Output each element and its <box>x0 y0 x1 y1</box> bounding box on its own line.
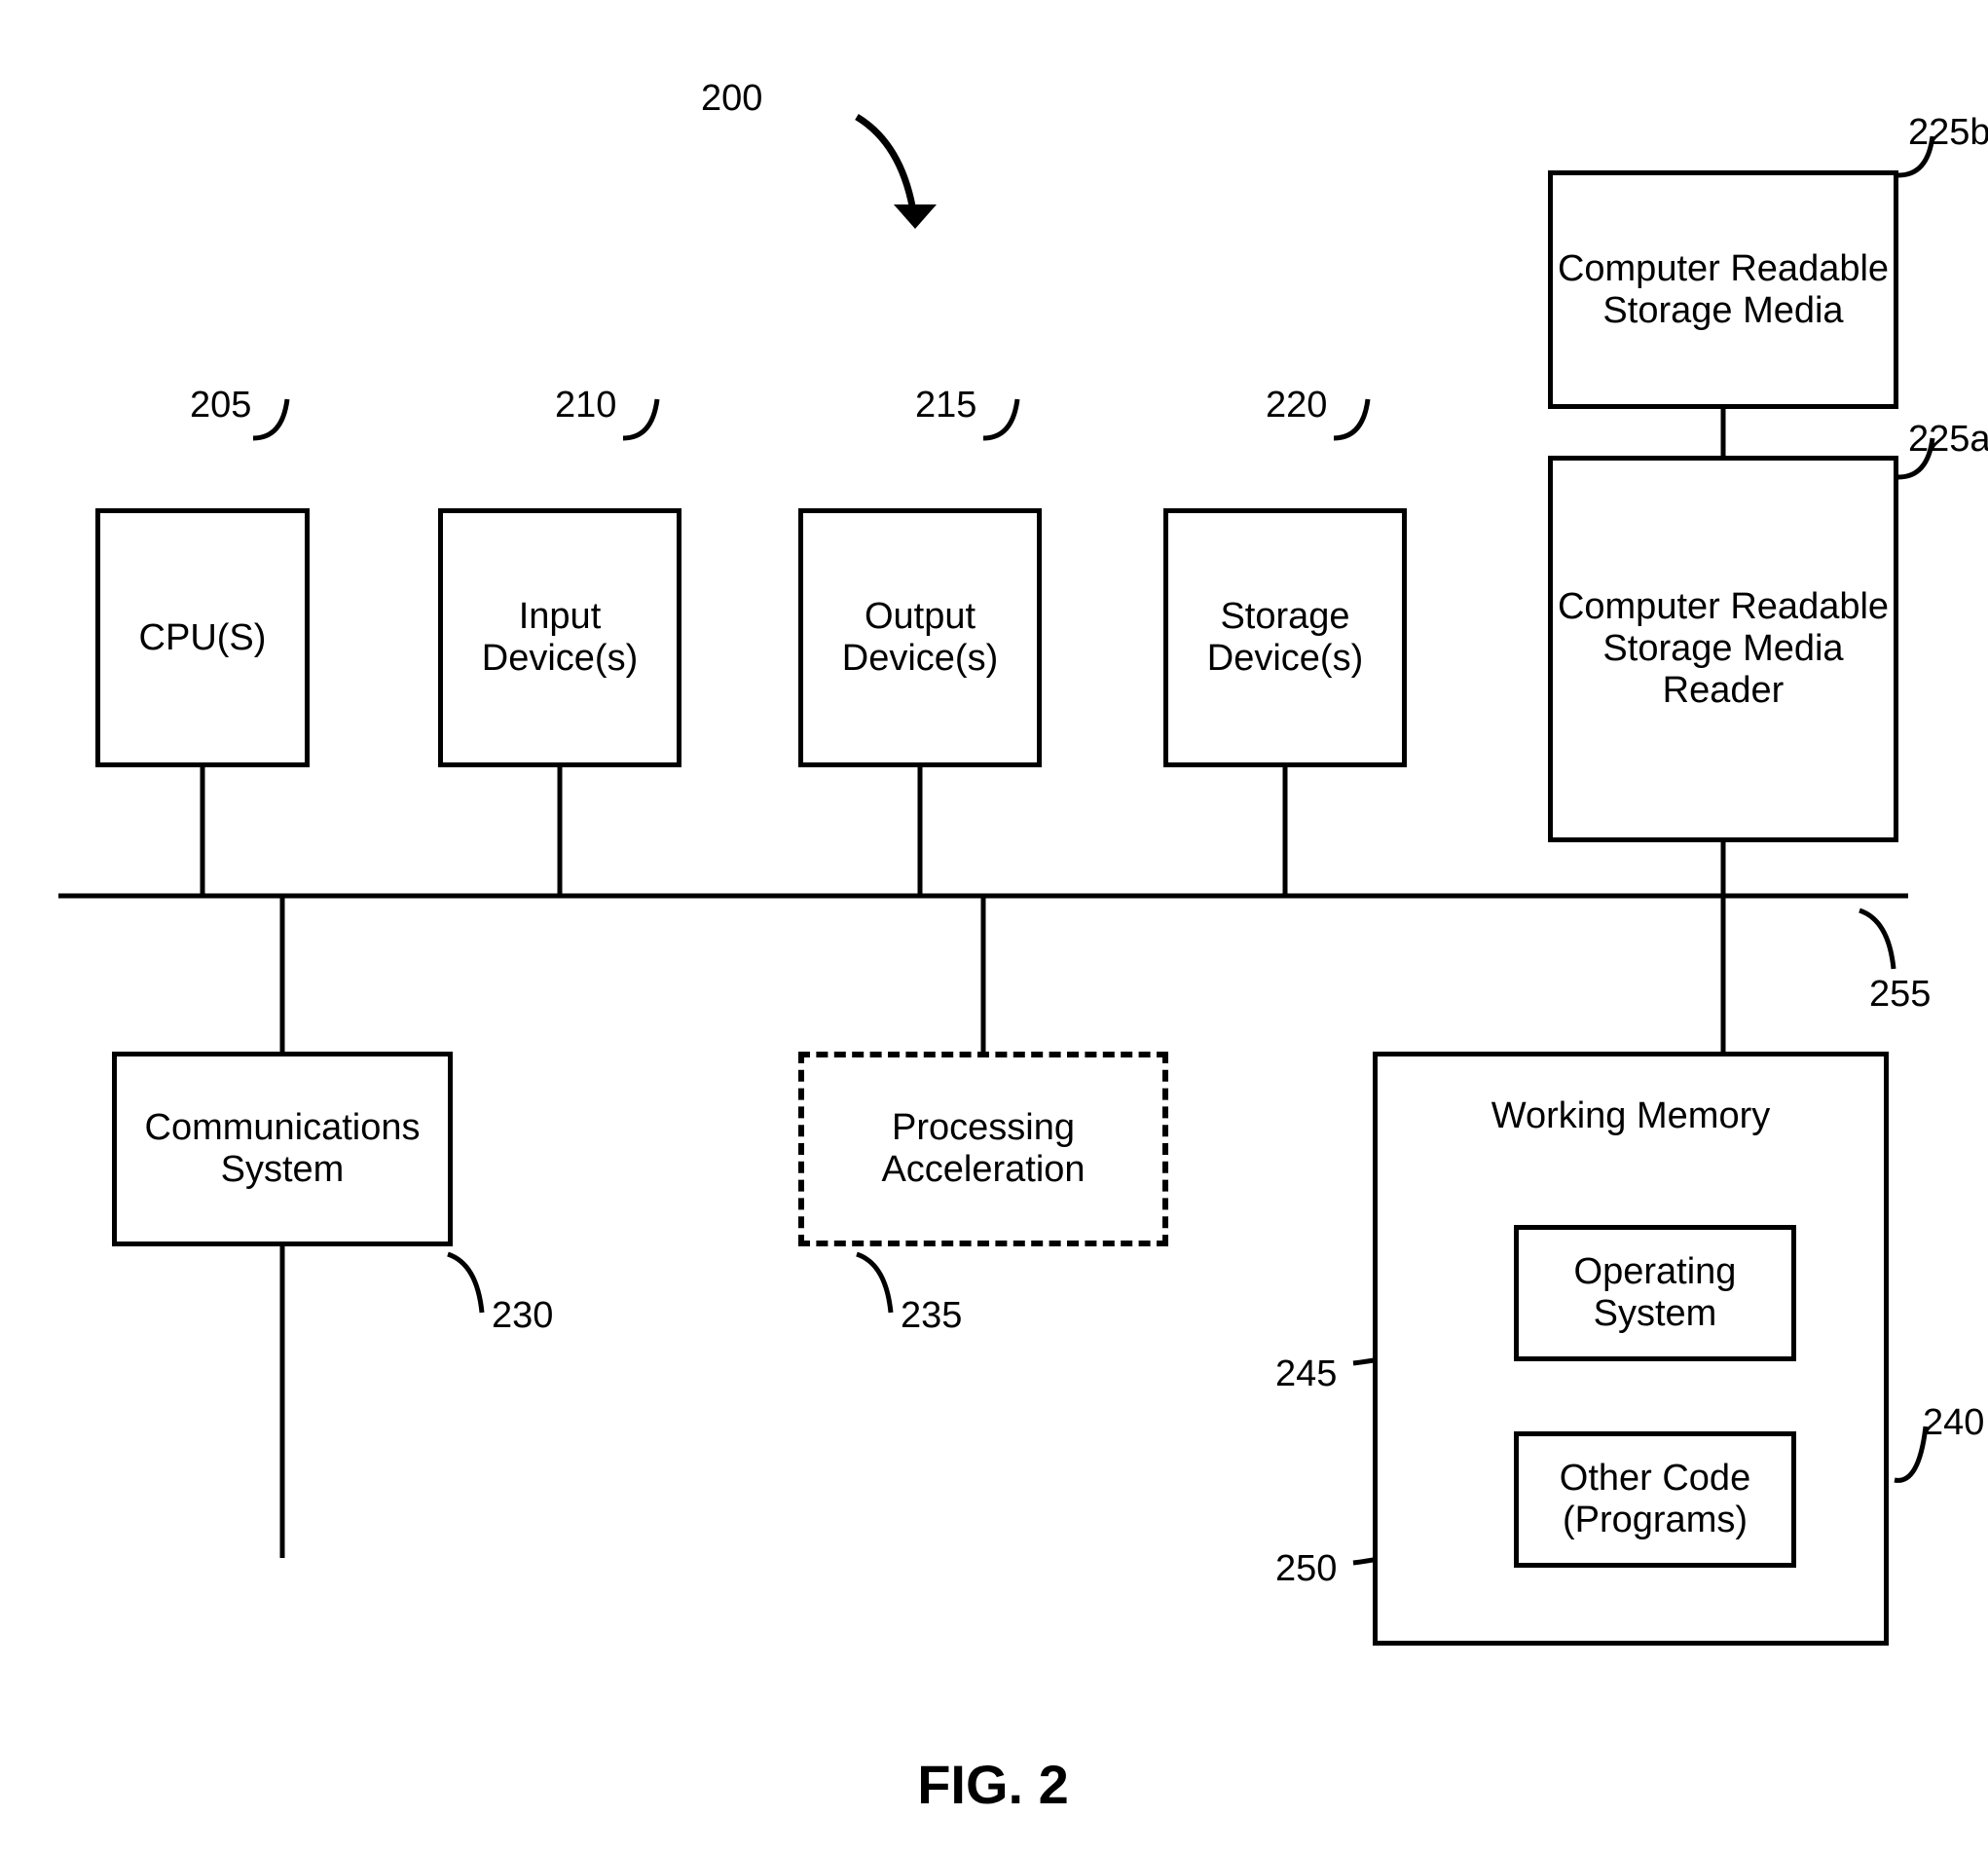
communications-system-label: Communications System <box>117 1107 448 1191</box>
storage-devices-label: Storage Device(s) <box>1168 596 1402 680</box>
crsmr-box: Computer Readable Storage Media Reader <box>1548 456 1898 842</box>
crsmr-label: Computer Readable Storage Media Reader <box>1553 586 1894 712</box>
crsm-box: Computer Readable Storage Media <box>1548 170 1898 409</box>
ref-225a: 225a <box>1908 419 1988 461</box>
ref-235: 235 <box>901 1295 962 1337</box>
input-devices-box: Input Device(s) <box>438 508 681 767</box>
cpu-label: CPU(S) <box>139 617 267 659</box>
ref-230: 230 <box>492 1295 553 1337</box>
other-code-box: Other Code (Programs) <box>1514 1431 1796 1568</box>
ref-200: 200 <box>701 78 762 120</box>
input-devices-label: Input Device(s) <box>443 596 677 680</box>
ref-210: 210 <box>555 385 616 426</box>
operating-system-box: Operating System <box>1514 1225 1796 1361</box>
ref-255: 255 <box>1869 974 1931 1016</box>
output-devices-label: Output Device(s) <box>803 596 1037 680</box>
other-code-label: Other Code (Programs) <box>1519 1458 1791 1541</box>
processing-acceleration-label: Processing Acceleration <box>804 1107 1162 1191</box>
ref-225b: 225b <box>1908 112 1988 154</box>
storage-devices-box: Storage Device(s) <box>1163 508 1407 767</box>
ref-220: 220 <box>1266 385 1327 426</box>
ref-250: 250 <box>1275 1548 1337 1590</box>
ref-245: 245 <box>1275 1353 1337 1395</box>
ref-205: 205 <box>190 385 251 426</box>
figure-title: FIG. 2 <box>847 1753 1139 1816</box>
crsm-label: Computer Readable Storage Media <box>1553 248 1894 332</box>
ref-240: 240 <box>1923 1402 1984 1444</box>
communications-system-box: Communications System <box>112 1052 453 1246</box>
working-memory-label: Working Memory <box>1378 1095 1884 1137</box>
cpu-box: CPU(S) <box>95 508 310 767</box>
operating-system-label: Operating System <box>1519 1251 1791 1335</box>
processing-acceleration-box: Processing Acceleration <box>798 1052 1168 1246</box>
ref-215: 215 <box>915 385 976 426</box>
output-devices-box: Output Device(s) <box>798 508 1042 767</box>
